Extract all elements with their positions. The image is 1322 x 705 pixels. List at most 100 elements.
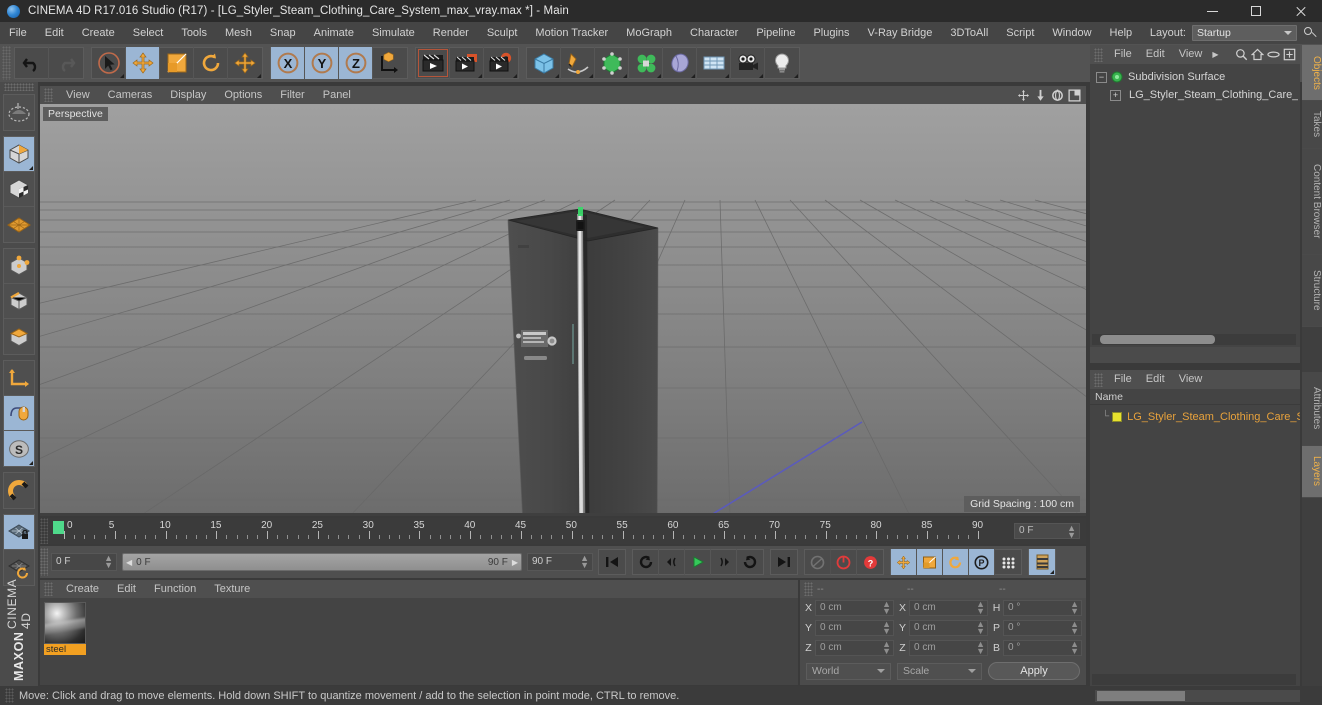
object-row-subdivision-surface[interactable]: − Subdivision Surface — [1092, 68, 1298, 86]
menu-character[interactable]: Character — [681, 22, 747, 44]
menu-script[interactable]: Script — [997, 22, 1043, 44]
spinner-icon[interactable]: ▲ ▼ — [882, 600, 891, 616]
spinner-icon[interactable]: ▲ ▼ — [1070, 640, 1079, 656]
scrollbar-thumb[interactable] — [1100, 335, 1215, 344]
viewport-menu-panel[interactable]: Panel — [314, 86, 360, 104]
layer-menu-file[interactable]: File — [1107, 370, 1139, 389]
minimize-button[interactable] — [1190, 0, 1234, 22]
coord-size-y-input[interactable]: 0 cm ▲ ▼ — [909, 620, 988, 636]
coordinate-system-dropdown[interactable]: World — [806, 662, 891, 680]
viewport-canvas[interactable]: Y X Z Perspective Grid Spacing : 100 cm — [40, 104, 1086, 516]
move-alt-icon[interactable] — [228, 47, 262, 79]
workplane-mode-icon[interactable] — [4, 207, 34, 242]
render-settings-icon[interactable] — [484, 47, 518, 79]
material-menu-texture[interactable]: Texture — [205, 580, 259, 598]
layer-row[interactable]: └ LG_Styler_Steam_Clothing_Care_S — [1090, 408, 1300, 425]
material-list[interactable]: steel — [40, 598, 798, 685]
layer-list[interactable]: └ LG_Styler_Steam_Clothing_Care_S — [1090, 405, 1300, 687]
home-icon[interactable] — [1251, 48, 1264, 61]
spinner-icon[interactable]: ▲ ▼ — [976, 620, 985, 636]
tab-attributes[interactable]: Attributes — [1302, 372, 1322, 446]
viewport-menu-filter[interactable]: Filter — [271, 86, 313, 104]
autokeying-icon[interactable] — [831, 549, 857, 575]
status-bar-grip[interactable] — [5, 688, 14, 703]
more-arrow-icon[interactable]: ▶ — [1209, 45, 1221, 64]
object-tree[interactable]: − Subdivision Surface + 0 LG_Styler_Stea… — [1090, 64, 1300, 347]
record-active-objects-icon[interactable] — [805, 549, 831, 575]
menu-sculpt[interactable]: Sculpt — [478, 22, 527, 44]
step-forward-keyframe-icon[interactable] — [737, 549, 763, 575]
spinner-icon[interactable]: ▲ ▼ — [104, 554, 113, 570]
playbar-grip[interactable] — [40, 548, 48, 576]
new-layer-icon[interactable] — [1283, 48, 1296, 61]
select-arrow-icon[interactable] — [92, 47, 126, 79]
position-key-icon[interactable] — [891, 549, 917, 575]
x-axis-icon[interactable]: X — [271, 47, 305, 79]
layout-select[interactable]: Startup — [1192, 25, 1297, 41]
menu-mograph[interactable]: MoGraph — [617, 22, 681, 44]
step-back-frame-icon[interactable] — [659, 549, 685, 575]
material-menu-create[interactable]: Create — [57, 580, 108, 598]
redo-icon[interactable] — [49, 47, 83, 79]
coord-size-x-input[interactable]: 0 cm ▲ ▼ — [909, 600, 988, 616]
dolly-camera-icon[interactable] — [1034, 89, 1047, 102]
menu-animate[interactable]: Animate — [305, 22, 363, 44]
model-mode-icon[interactable] — [4, 137, 34, 172]
point-level-anim-icon[interactable] — [995, 549, 1021, 575]
menu-tools[interactable]: Tools — [172, 22, 216, 44]
rotation-key-icon[interactable] — [943, 549, 969, 575]
texture-mode-icon[interactable] — [4, 172, 34, 207]
coordinates-grip[interactable] — [804, 582, 813, 596]
spinner-icon[interactable]: ▲ ▼ — [580, 554, 589, 570]
search-icon[interactable] — [1235, 48, 1248, 61]
polygon-mode-icon[interactable] — [4, 319, 34, 354]
menu-plugins[interactable]: Plugins — [804, 22, 858, 44]
coord-size-z-input[interactable]: 0 cm ▲ ▼ — [909, 640, 988, 656]
left-toolbar-grip[interactable] — [4, 83, 34, 91]
render-view-icon[interactable] — [416, 47, 450, 79]
menu-snap[interactable]: Snap — [261, 22, 305, 44]
timeline-icon[interactable] — [1029, 549, 1055, 575]
material-item[interactable]: steel — [44, 602, 86, 655]
undo-icon[interactable] — [15, 47, 49, 79]
spinner-icon[interactable]: ▲ ▼ — [882, 640, 891, 656]
floor-sky-icon[interactable] — [697, 47, 731, 79]
layer-manager-hscrollbar[interactable] — [1092, 674, 1296, 685]
viewport-grip[interactable] — [44, 88, 53, 102]
viewport-menu-options[interactable]: Options — [215, 86, 271, 104]
play-icon[interactable] — [685, 549, 711, 575]
keyframe-selection-icon[interactable]: ? — [857, 549, 883, 575]
go-to-end-icon[interactable] — [771, 549, 797, 575]
coord-pos-x-input[interactable]: 0 cm ▲ ▼ — [815, 600, 894, 616]
menu-select[interactable]: Select — [124, 22, 173, 44]
light-icon[interactable] — [765, 47, 799, 79]
menu-window[interactable]: Window — [1043, 22, 1100, 44]
close-button[interactable] — [1278, 0, 1322, 22]
layer-manager-grip[interactable] — [1094, 372, 1103, 387]
playbar-range-slider[interactable]: ◀ 0 F 90 F ▶ — [122, 553, 522, 571]
edge-mode-icon[interactable] — [4, 284, 34, 319]
coord-rot-b-input[interactable]: 0 ° ▲ ▼ — [1003, 640, 1082, 656]
range-right-arrow-icon[interactable]: ▶ — [512, 558, 518, 567]
step-back-keyframe-icon[interactable] — [633, 549, 659, 575]
magnet-icon[interactable] — [4, 473, 34, 508]
scale-icon[interactable] — [160, 47, 194, 79]
timeline-grip[interactable] — [40, 518, 48, 544]
object-menu-file[interactable]: File — [1107, 45, 1139, 64]
param-key-icon[interactable]: P — [969, 549, 995, 575]
object-axis-icon[interactable] — [4, 361, 34, 396]
link-icon[interactable] — [1267, 48, 1280, 61]
playbar-end-frame-field[interactable]: 90 F ▲ ▼ — [527, 553, 593, 571]
workplane-lock-icon[interactable] — [4, 515, 34, 550]
toolbar-grip[interactable] — [2, 46, 11, 80]
viewport-menu-view[interactable]: View — [57, 86, 99, 104]
object-row-lg-styler[interactable]: + 0 LG_Styler_Steam_Clothing_Care_S — [1092, 86, 1298, 104]
menu-mesh[interactable]: Mesh — [216, 22, 261, 44]
move-icon[interactable] — [126, 47, 160, 79]
menu-motion-tracker[interactable]: Motion Tracker — [526, 22, 617, 44]
tab-takes[interactable]: Takes — [1302, 101, 1322, 149]
object-menu-edit[interactable]: Edit — [1139, 45, 1172, 64]
spinner-icon[interactable]: ▲ ▼ — [1067, 524, 1076, 540]
object-manager-hscrollbar[interactable] — [1092, 334, 1296, 345]
magnifier-icon[interactable] — [1302, 25, 1318, 41]
